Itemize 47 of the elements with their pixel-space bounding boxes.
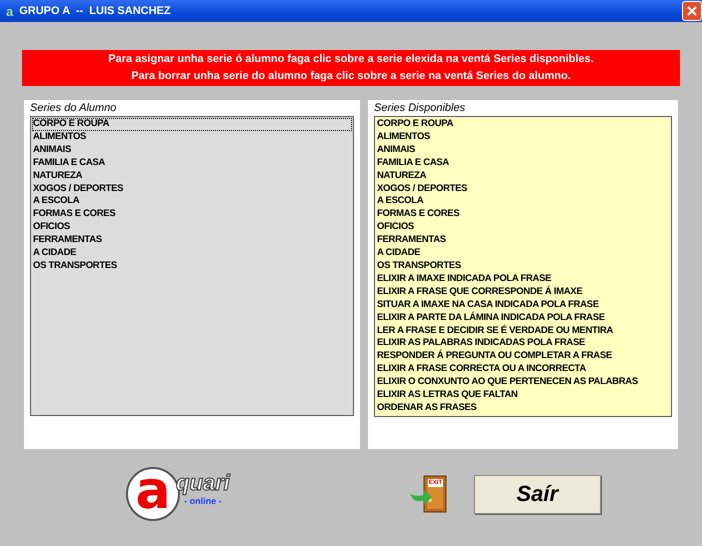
list-item[interactable]: FORMAS E CORES: [32, 208, 352, 222]
list-item[interactable]: NATUREZA: [32, 170, 352, 183]
list-item[interactable]: ELIXIR AS LETRAS QUE FALTAN: [376, 389, 670, 402]
list-item[interactable]: ELIXIR AS PALABRAS INDICADAS POLA FRASE: [376, 337, 670, 350]
list-item[interactable]: ELIXIR O CONXUNTO AO QUE PERTENECEN AS PALABRAS: [376, 376, 670, 390]
list-item[interactable]: ANIMAIS: [376, 144, 670, 157]
list-item[interactable]: A ESCOLA: [376, 195, 670, 208]
list-item[interactable]: ALIMENTOS: [376, 130, 670, 144]
list-item[interactable]: FERRAMENTAS: [32, 234, 352, 248]
close-button[interactable]: [682, 1, 702, 21]
instruction-text: Para asignar unha serie ó alumno faga clic sobre a serie elexida na ventá Series disponibles.: [107, 53, 595, 65]
panel-title: Series do Alumno: [30, 102, 118, 114]
list-item[interactable]: FAMILIA E CASA: [32, 156, 352, 170]
student-series-list[interactable]: CORPO E ROUPA ALIMENTOS ANIMAIS FAMILIA E CASA NATUREZA XOGOS / DEPORTES A ESCOLA FORMAS E CORES OFICIOS FERRAMENTAS A CIDADE OS TRANSPORTES: [30, 116, 354, 416]
list-item[interactable]: ELIXIR A FRASE QUE CORRESPONDE Á IMAXE: [376, 286, 670, 299]
list-item[interactable]: RESPONDER Á PREGUNTA OU COMPLETAR A FRASE: [376, 350, 670, 364]
list-item[interactable]: CORPO E ROUPA: [32, 118, 352, 131]
list-item[interactable]: ORDENAR AS FRASES: [376, 402, 670, 415]
list-item[interactable]: ELIXIR A IMAXE INDICADA POLA FRASE: [376, 272, 670, 286]
app-icon: a: [6, 4, 14, 18]
list-item[interactable]: CORPO E ROUPA: [376, 118, 670, 131]
instruction-text: Para borrar unha serie do alumno faga clic sobre a serie na ventá Series do alumno.: [130, 70, 572, 82]
list-item[interactable]: LER A FRASE E DECIDIR SE É VERDADE OU MENTIRA: [376, 324, 670, 338]
list-item[interactable]: XOGOS / DEPORTES: [376, 182, 670, 196]
exit-button[interactable]: Saír: [474, 474, 601, 514]
list-item[interactable]: OFICIOS: [32, 221, 352, 234]
list-item[interactable]: ALIMENTOS: [32, 130, 352, 144]
list-item[interactable]: A CIDADE: [32, 247, 352, 260]
list-item[interactable]: A ESCOLA: [32, 195, 352, 208]
list-item[interactable]: FAMILIA E CASA: [376, 156, 670, 170]
close-icon: [687, 6, 697, 16]
panel-title: Series Disponibles: [374, 102, 466, 114]
list-item[interactable]: XOGOS / DEPORTES: [32, 182, 352, 196]
list-item[interactable]: ANIMAIS: [32, 144, 352, 157]
available-series-list[interactable]: [374, 116, 672, 417]
list-item[interactable]: NATUREZA: [376, 170, 670, 183]
window-title: GRUPO A -- LUIS SANCHEZ: [19, 5, 171, 17]
list-item[interactable]: ELIXIR A FRASE CORRECTA OU A INCORRECTA: [376, 363, 670, 376]
list-item[interactable]: SITUAR A IMAXE NA CASA INDICADA POLA FRASE: [376, 298, 670, 312]
logo-tagline: - online -: [184, 496, 222, 506]
list-item[interactable]: OFICIOS: [376, 221, 670, 234]
list-item[interactable]: OS TRANSPORTES: [32, 260, 352, 273]
list-item[interactable]: FORMAS E CORES: [376, 208, 670, 222]
list-item[interactable]: A CIDADE: [376, 247, 670, 260]
list-item[interactable]: ELIXIR A PARTE DA LÁMINA INDICADA POLA FRASE: [376, 312, 670, 324]
list-item[interactable]: OS TRANSPORTES: [376, 260, 670, 273]
list-item[interactable]: FERRAMENTAS: [376, 234, 670, 248]
